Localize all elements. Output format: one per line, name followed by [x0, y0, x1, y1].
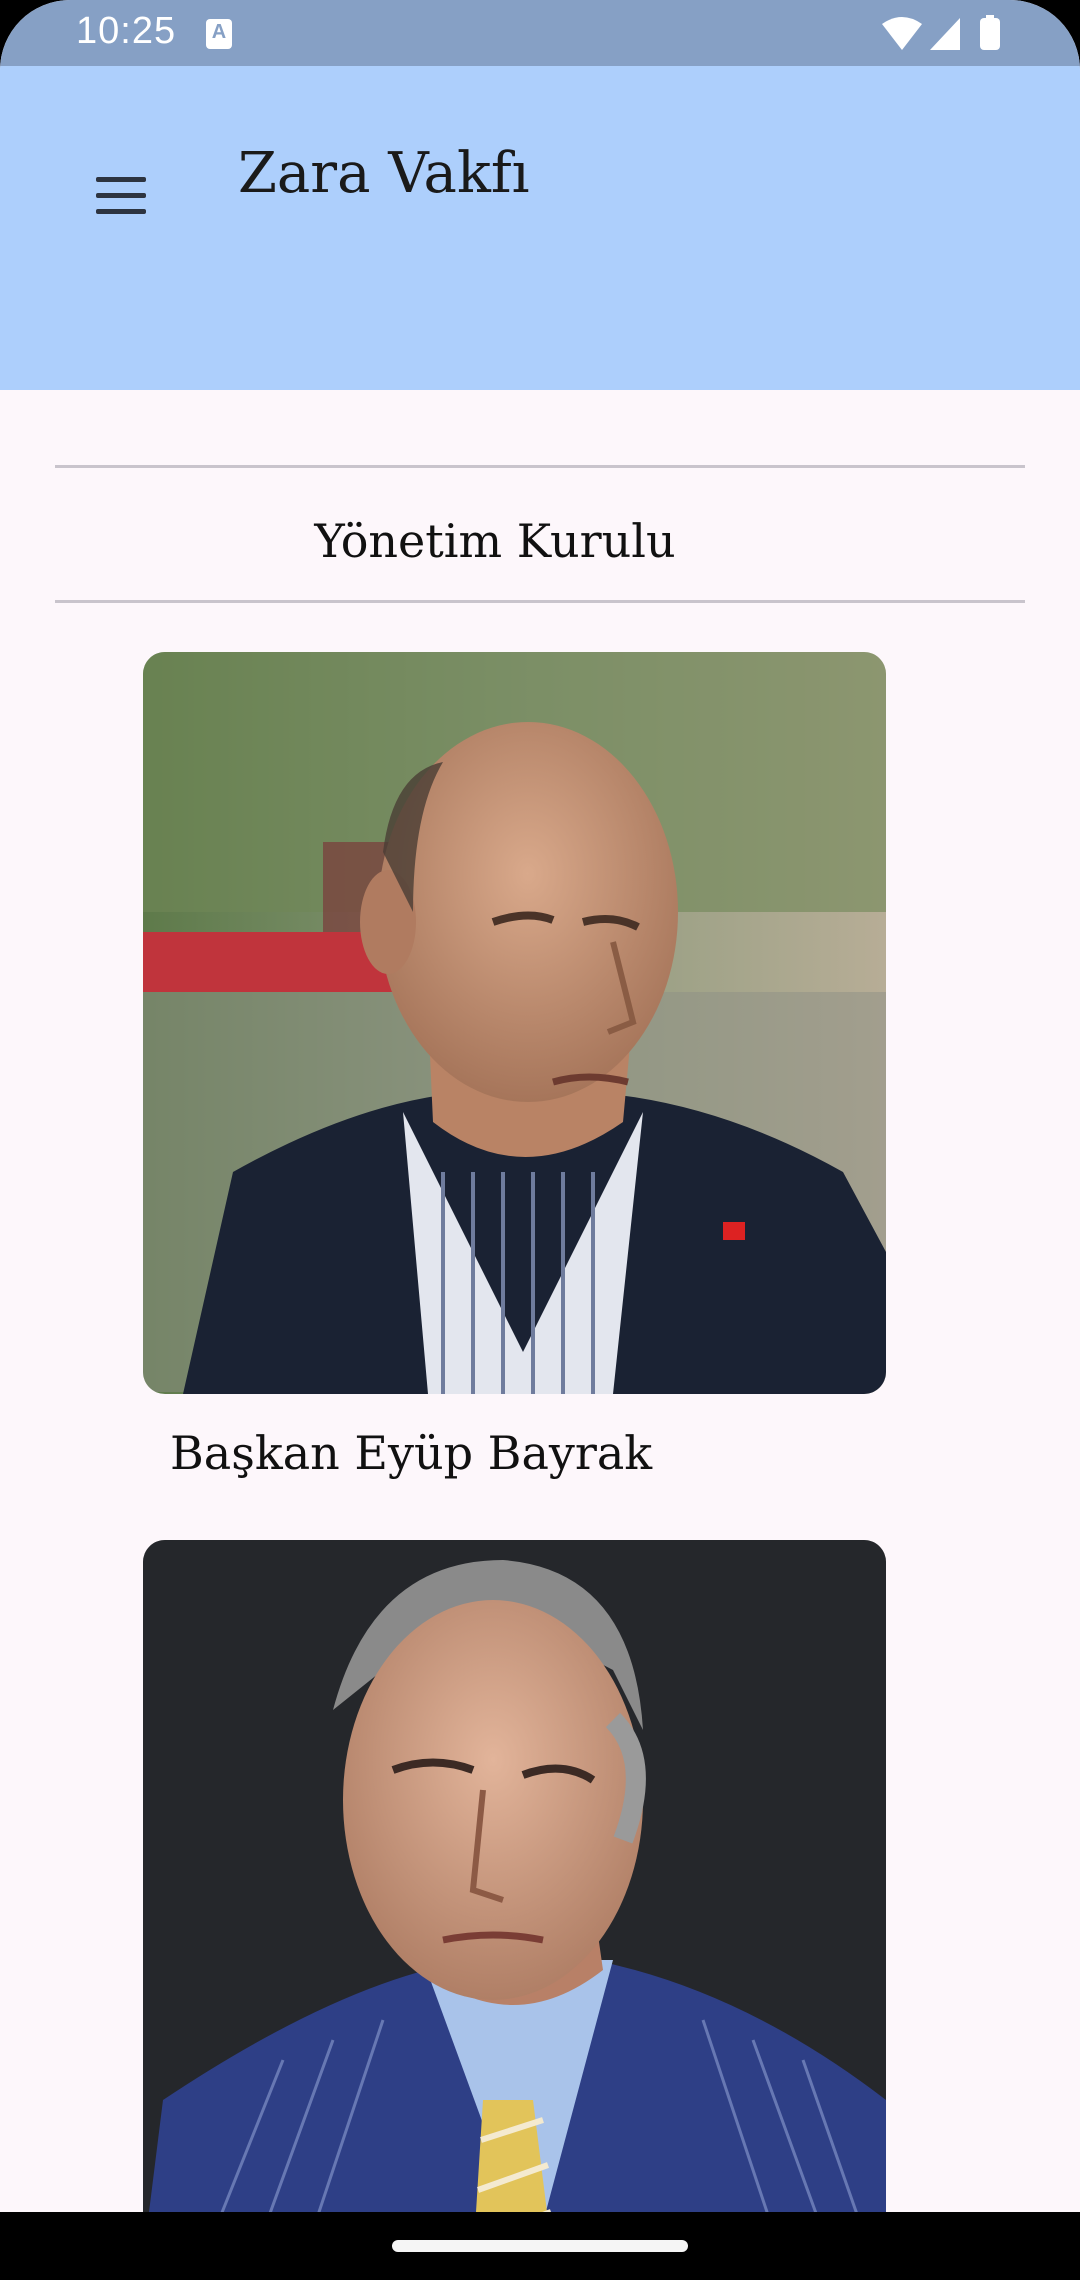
member-photo-2[interactable]: [143, 1540, 886, 2260]
home-gesture-handle[interactable]: [392, 2240, 688, 2252]
signal-icon: [930, 18, 960, 50]
section-title: Yönetim Kurulu: [314, 514, 676, 568]
menu-button[interactable]: [80, 154, 162, 236]
status-bar: 10:25 A: [0, 0, 1080, 66]
divider-top: [55, 465, 1025, 468]
member-photo-1-image: [143, 652, 886, 1394]
member-photo-1[interactable]: [143, 652, 886, 1394]
member-caption-1: Başkan Eyüp Bayrak: [170, 1426, 653, 1480]
status-time: 10:25: [76, 10, 177, 52]
member-photo-2-image: [143, 1540, 886, 2260]
wifi-icon: [882, 17, 922, 50]
status-icons: [882, 15, 1000, 50]
app-title: Zara Vakfı: [238, 141, 530, 206]
notification-icon-label: A: [211, 21, 227, 43]
screen: 10:25 A Zara Vakfı Yönetim Kurulu Başkan…: [0, 0, 1080, 2280]
notification-icon: A: [206, 19, 232, 49]
divider-bottom: [55, 600, 1025, 603]
app-bar: Zara Vakfı: [0, 66, 1080, 390]
battery-icon: [980, 18, 1000, 50]
